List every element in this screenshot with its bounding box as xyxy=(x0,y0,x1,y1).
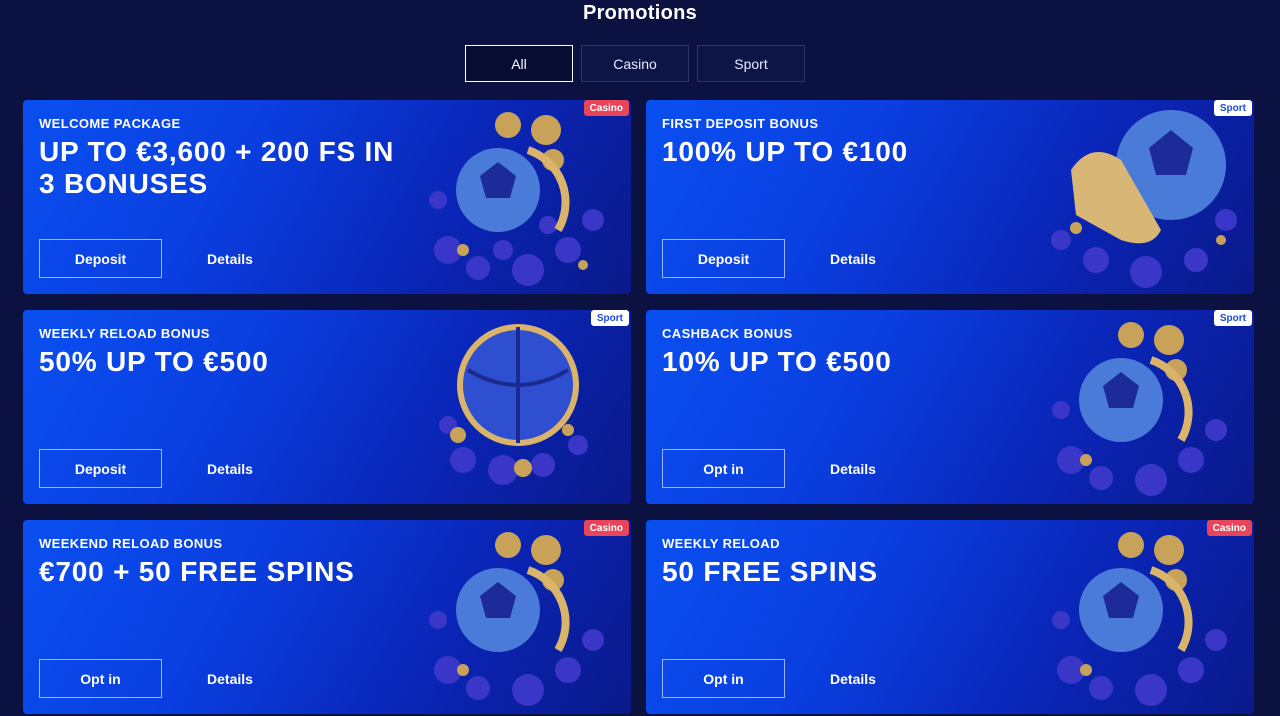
details-button[interactable]: Details xyxy=(190,449,270,488)
deposit-button[interactable]: Deposit xyxy=(662,239,785,278)
promo-subtitle: FIRST DEPOSIT BONUS xyxy=(662,116,819,131)
promo-subtitle: CASHBACK BONUS xyxy=(662,326,793,341)
details-button[interactable]: Details xyxy=(190,239,270,278)
deposit-button[interactable]: Deposit xyxy=(39,449,162,488)
promo-card-cashback-bonus: Sport CASHBACK BONUS 10% UP TO €500 Opt … xyxy=(646,310,1254,504)
opt-in-button[interactable]: Opt in xyxy=(662,449,785,488)
promo-title: UP TO €3,600 + 200 FS IN 3 BONUSES xyxy=(39,136,395,199)
page-title: Promotions xyxy=(582,2,698,24)
promo-title: 10% UP TO €500 xyxy=(662,346,892,377)
promo-title: 50% UP TO €500 xyxy=(39,346,269,377)
category-badge-sport: Sport xyxy=(1213,100,1252,116)
opt-in-button[interactable]: Opt in xyxy=(662,659,785,698)
details-button[interactable]: Details xyxy=(190,659,270,698)
tab-casino[interactable]: Casino xyxy=(581,45,689,82)
tab-all[interactable]: All xyxy=(465,45,573,82)
category-tabs: All Casino Sport xyxy=(465,45,805,82)
promo-card-weekly-reload: Casino WEEKLY RELOAD 50 FREE SPINS Opt i… xyxy=(646,520,1254,714)
category-badge-casino: Casino xyxy=(583,100,629,116)
category-badge-casino: Casino xyxy=(583,520,629,536)
promo-card-weekly-reload-bonus: Sport WEEKLY RELOAD BONUS 50% UP TO €500… xyxy=(23,310,631,504)
promo-subtitle: WELCOME PACKAGE xyxy=(39,116,181,131)
category-badge-sport: Sport xyxy=(1213,310,1252,326)
promo-title: €700 + 50 FREE SPINS xyxy=(39,556,355,587)
details-button[interactable]: Details xyxy=(813,449,893,488)
details-button[interactable]: Details xyxy=(813,659,893,698)
soccer-ball-coins-illustration xyxy=(1052,322,1227,496)
soccer-ball-coins-illustration xyxy=(1052,532,1227,706)
deposit-button[interactable]: Deposit xyxy=(39,239,162,278)
promo-subtitle: WEEKLY RELOAD xyxy=(662,536,780,551)
category-badge-sport: Sport xyxy=(590,310,629,326)
promo-card-welcome-package: Casino WELCOME PACKAGE UP TO €3,600 + 20… xyxy=(23,100,631,294)
promo-card-weekend-reload-bonus: Casino WEEKEND RELOAD BONUS €700 + 50 FR… xyxy=(23,520,631,714)
details-button[interactable]: Details xyxy=(813,239,893,278)
promo-title: 50 FREE SPINS xyxy=(662,556,878,587)
soccer-ball-boot-illustration xyxy=(1051,110,1237,288)
basketball-illustration xyxy=(439,324,588,485)
promo-card-first-deposit: Sport FIRST DEPOSIT BONUS 100% UP TO €10… xyxy=(646,100,1254,294)
promo-subtitle: WEEKLY RELOAD BONUS xyxy=(39,326,210,341)
category-badge-casino: Casino xyxy=(1206,520,1252,536)
soccer-ball-coins-illustration xyxy=(429,112,604,286)
soccer-ball-coins-illustration xyxy=(429,532,604,706)
promo-subtitle: WEEKEND RELOAD BONUS xyxy=(39,536,223,551)
tab-sport[interactable]: Sport xyxy=(697,45,805,82)
promo-title: 100% UP TO €100 xyxy=(662,136,909,167)
opt-in-button[interactable]: Opt in xyxy=(39,659,162,698)
